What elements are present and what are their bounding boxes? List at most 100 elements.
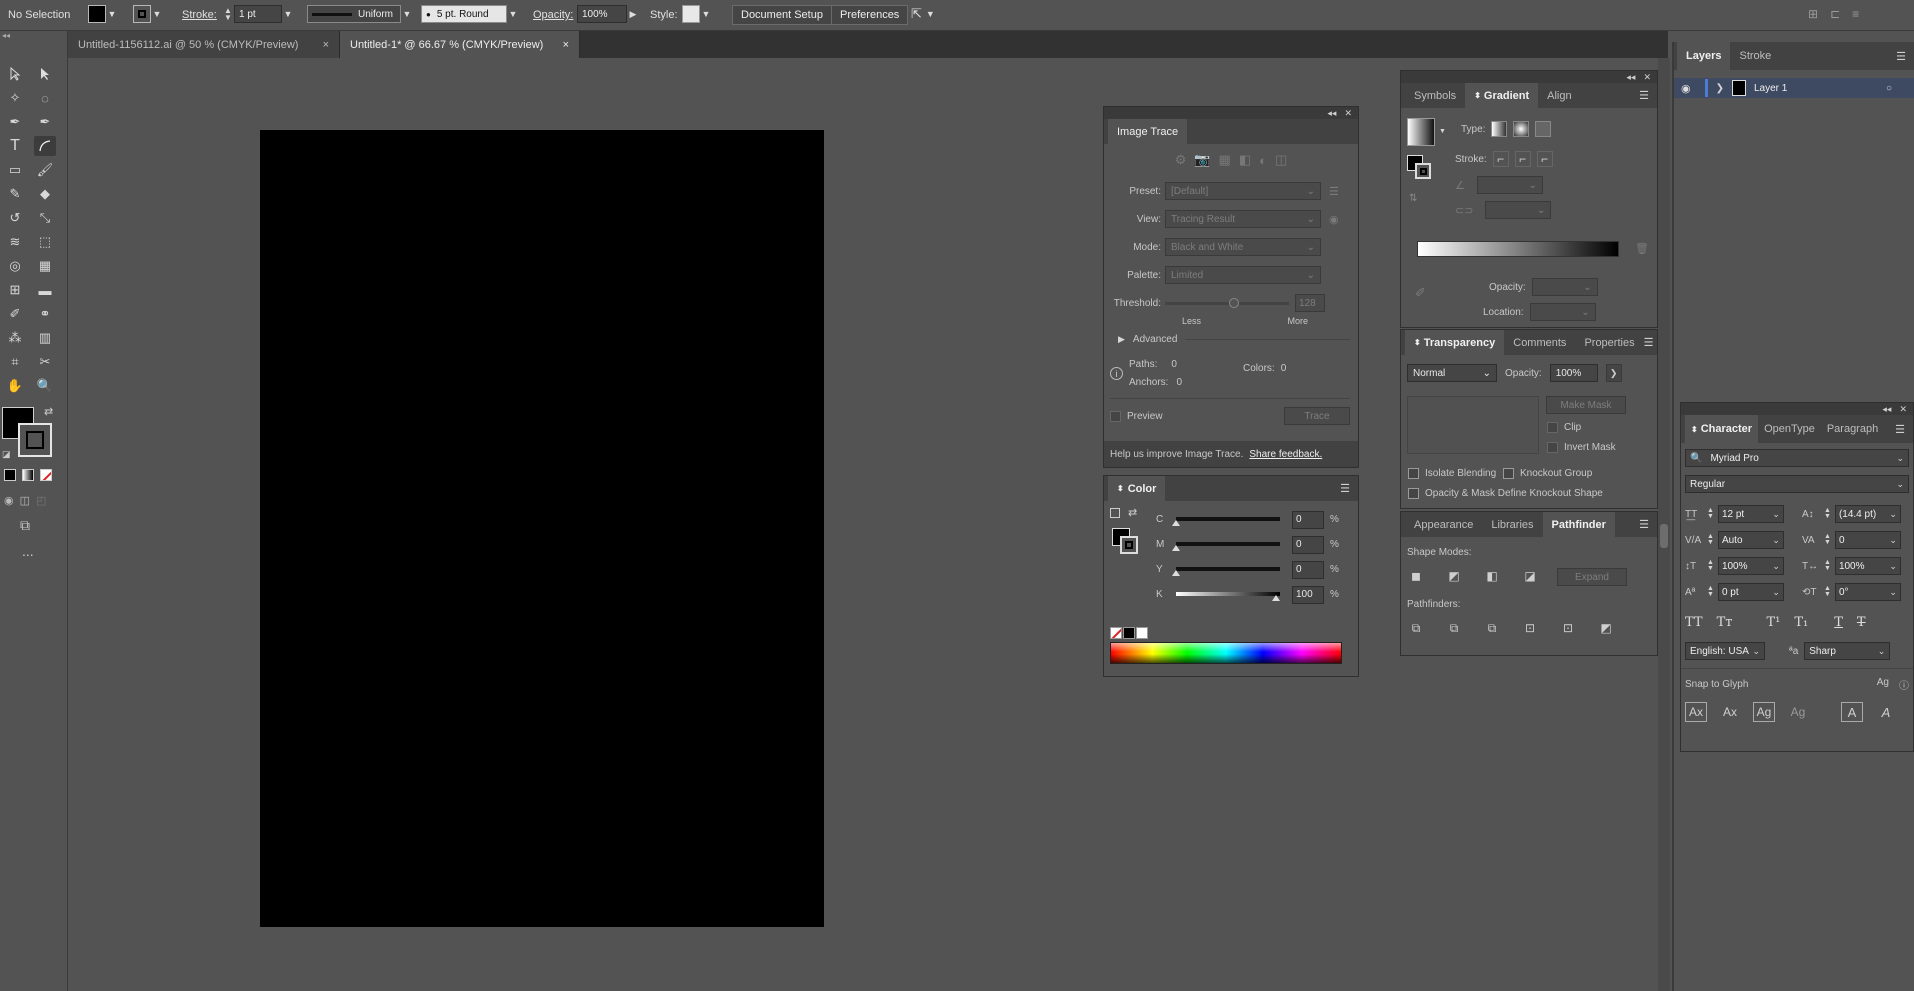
exclude-icon[interactable]: ◪ [1521, 568, 1539, 584]
draw-behind-icon[interactable]: ◫ [20, 494, 30, 507]
arrange-documents-group[interactable]: ⇱ ▼ [911, 6, 935, 22]
chevron-right-icon[interactable]: ❯ [1716, 83, 1724, 94]
panel-menu-icon[interactable]: ☰ [1340, 482, 1350, 495]
isolate-blending-checkbox[interactable]: Isolate Blending [1408, 468, 1496, 479]
channel-slider[interactable] [1172, 564, 1280, 576]
preferences-button[interactable]: Preferences [831, 5, 909, 25]
tab-symbols[interactable]: Symbols [1405, 83, 1465, 108]
stroke-profile-select[interactable]: Uniform ▼ [307, 5, 413, 23]
shaper-tool-icon[interactable]: ✎ [4, 184, 26, 204]
pen-tool-icon[interactable]: ✒ [4, 112, 26, 132]
eye-icon[interactable]: ◉ [1329, 213, 1339, 226]
list-icon[interactable]: ☰ [1329, 185, 1339, 198]
blend-mode-select[interactable]: Normal ⌄ [1407, 364, 1497, 382]
style-swatch[interactable] [682, 5, 700, 23]
none-mode-icon[interactable] [40, 469, 52, 481]
layer-row[interactable]: ◉ ❯ Layer 1 ○ [1673, 78, 1914, 98]
subscript-icon[interactable]: T₁ [1794, 615, 1808, 630]
view-select[interactable]: Tracing Result ⌄ [1165, 210, 1321, 228]
clip-checkbox[interactable]: Clip [1547, 422, 1581, 433]
rotation-field[interactable]: ⟲T ▲ ▼ 0° ⌄ [1802, 583, 1909, 601]
tab-transparency[interactable]: ⬍ Transparency [1405, 330, 1505, 355]
panel-menu-icon[interactable]: ☰ [1895, 423, 1905, 436]
color-spectrum[interactable] [1110, 642, 1342, 664]
shape-builder-icon[interactable]: ◎ [4, 256, 26, 276]
panel-menu-icon[interactable]: ☰ [1896, 50, 1906, 63]
none-swatch[interactable] [1110, 627, 1122, 639]
slider-thumb[interactable] [1172, 544, 1180, 551]
tracking-field[interactable]: VA ▲ ▼ 0 ⌄ [1802, 531, 1909, 549]
stroke-label[interactable]: Stroke: [182, 9, 217, 21]
angle-select[interactable]: ⌄ [1476, 176, 1543, 194]
panel-menu-icon[interactable]: ☰ [1639, 518, 1649, 531]
column-graph-icon[interactable]: ▥ [34, 328, 56, 348]
width-tool-icon[interactable]: ≋ [4, 232, 26, 252]
linear-gradient-icon[interactable] [1491, 121, 1508, 137]
gradient-slider[interactable] [1417, 241, 1619, 257]
stroke-swatch-group[interactable]: ▼ [133, 5, 163, 23]
chevron-down-icon[interactable]: ▼ [926, 9, 935, 19]
collapse-icon[interactable]: ◂◂ [1882, 404, 1891, 415]
stroke-color-box[interactable] [18, 423, 52, 457]
stroke-weight-input[interactable]: 1 pt [234, 5, 282, 23]
channel-slider[interactable] [1172, 539, 1280, 551]
tab-comments[interactable]: Comments [1504, 330, 1575, 355]
eyedropper-icon[interactable]: ✐ [4, 304, 26, 324]
info-icon[interactable]: ⓘ [1899, 677, 1909, 692]
collapse-icon[interactable]: ◂◂ [0, 31, 68, 41]
superscript-icon[interactable]: T¹ [1766, 615, 1780, 630]
close-icon[interactable]: × [323, 39, 329, 51]
make-mask-button[interactable]: Make Mask [1546, 396, 1626, 414]
more-tools-icon[interactable]: ... [22, 543, 34, 559]
kerning-field[interactable]: V/A ▲ ▼ Auto ⌄ [1685, 531, 1792, 549]
arc-tool-icon[interactable] [34, 136, 56, 156]
workspace-icon[interactable]: ⊏ [1830, 7, 1840, 21]
stepper-icon[interactable]: ▲ ▼ [1707, 559, 1714, 572]
artboard[interactable] [260, 130, 824, 927]
grid-icon[interactable]: ▦ [1219, 152, 1231, 168]
small-caps-icon[interactable]: Tт [1717, 615, 1733, 630]
lasso-icon[interactable]: ◌ [34, 88, 56, 108]
font-style-select[interactable]: Regular ⌄ [1685, 475, 1909, 493]
screen-mode-icon[interactable]: ⧉ [20, 517, 30, 534]
default-colors-icon[interactable]: ◪ [2, 449, 11, 460]
stepper-icon[interactable]: ▲ ▼ [222, 5, 234, 23]
underline-icon[interactable]: T [1834, 615, 1843, 630]
intersect-icon[interactable]: ◧ [1483, 568, 1501, 584]
swap-colors-icon[interactable]: ⇄ [44, 405, 53, 418]
paintbrush-icon[interactable]: 🖌 [34, 160, 56, 180]
gradient-tool-icon[interactable]: ▬ [34, 280, 56, 300]
eraser-icon[interactable]: ◆ [34, 184, 56, 204]
glyph-guide-icon[interactable]: Ag [1877, 677, 1889, 692]
opacity-input[interactable]: 100% [577, 5, 627, 23]
crop-icon[interactable]: ⊡ [1521, 620, 1539, 636]
document-setup-button[interactable]: Document Setup [732, 5, 832, 25]
tab-align[interactable]: Align [1538, 83, 1580, 108]
gradient-mode-icon[interactable] [22, 469, 34, 481]
size-input[interactable]: 12 pt ⌄ [1717, 505, 1784, 523]
tab-paragraph[interactable]: Paragraph [1821, 415, 1884, 443]
brush-select[interactable]: ● 5 pt. Round ▼ [421, 5, 519, 23]
type-tool-icon[interactable]: T [4, 136, 26, 156]
baseline-field[interactable]: Aª ▲ ▼ 0 pt ⌄ [1685, 583, 1792, 601]
stroke-along-icon[interactable]: ⌐ [1514, 151, 1531, 167]
tab-appearance[interactable]: Appearance [1405, 512, 1482, 537]
stepper-icon[interactable]: ▲ ▼ [1707, 533, 1714, 546]
slider-thumb[interactable] [1229, 298, 1239, 308]
size-field[interactable]: T͟T ▲ ▼ 12 pt ⌄ [1685, 505, 1792, 523]
font-family-select[interactable]: 🔍 Myriad Pro ⌄ [1685, 449, 1909, 467]
blend-tool-icon[interactable]: ⚭ [34, 304, 56, 324]
strikethrough-icon[interactable]: T [1857, 615, 1866, 630]
chevron-down-icon[interactable]: ▼ [106, 5, 118, 23]
leading-field[interactable]: A↕ ▲ ▼ (14.4 pt) ⌄ [1802, 505, 1909, 523]
collapse-icon[interactable]: ◂◂ [1327, 108, 1336, 119]
rotate-tool-icon[interactable]: ↺ [4, 208, 26, 228]
white-swatch[interactable] [1136, 627, 1148, 639]
camera-icon[interactable]: 📷 [1194, 152, 1210, 168]
eyedropper-icon[interactable]: ✐ [1415, 285, 1426, 301]
close-icon[interactable]: ✕ [1344, 108, 1352, 119]
channel-input[interactable]: 0 [1292, 510, 1324, 529]
delete-stop-icon[interactable]: 🗑 [1635, 242, 1649, 255]
hamburger-icon[interactable]: ≡ [1852, 7, 1859, 21]
stepper-icon[interactable]: ▲ ▼ [1824, 559, 1831, 572]
